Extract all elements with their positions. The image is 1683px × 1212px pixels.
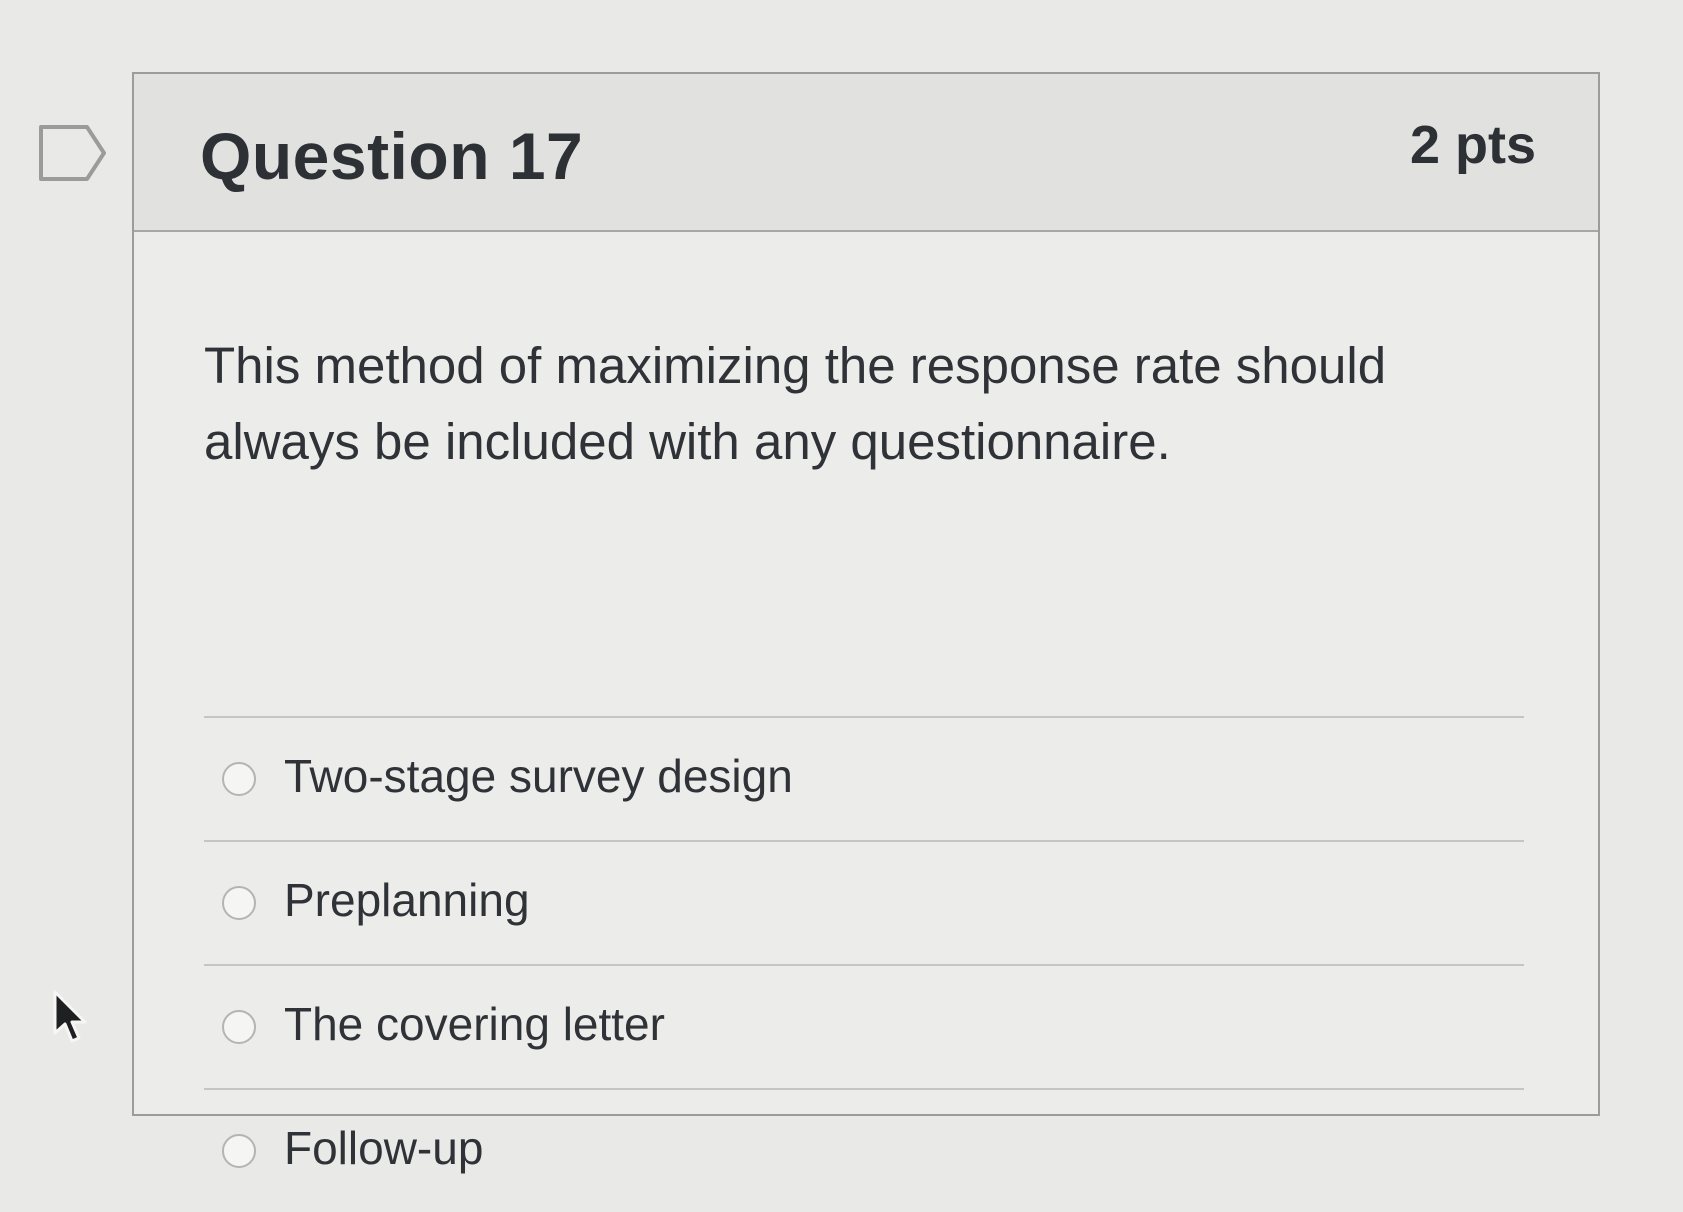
radio-button[interactable]	[222, 1010, 256, 1044]
question-header: Question 17 2 pts	[134, 74, 1598, 232]
answer-label[interactable]: Follow-up	[284, 1118, 483, 1178]
answer-label[interactable]: Preplanning	[284, 870, 530, 930]
question-title: Question 17	[200, 119, 584, 193]
radio-button[interactable]	[222, 762, 256, 796]
question-card: Question 17 2 pts This method of maximiz…	[132, 72, 1600, 1174]
answer-option[interactable]: Follow-up	[204, 1088, 1524, 1212]
mouse-cursor-icon	[52, 990, 88, 1044]
answer-option[interactable]: The covering letter	[204, 964, 1524, 1088]
answer-label[interactable]: The covering letter	[284, 994, 665, 1054]
radio-button[interactable]	[222, 886, 256, 920]
question-points: 2 pts	[1409, 115, 1536, 175]
radio-button[interactable]	[222, 1134, 256, 1168]
answer-option[interactable]: Two-stage survey design	[204, 716, 1524, 840]
answer-option[interactable]: Preplanning	[204, 840, 1524, 964]
answer-label[interactable]: Two-stage survey design	[284, 746, 793, 806]
answer-list: Two-stage survey design Preplanning The …	[204, 716, 1524, 1212]
question-text: This method of maximizing the response r…	[204, 337, 1387, 470]
flag-question-icon[interactable]	[38, 124, 108, 182]
